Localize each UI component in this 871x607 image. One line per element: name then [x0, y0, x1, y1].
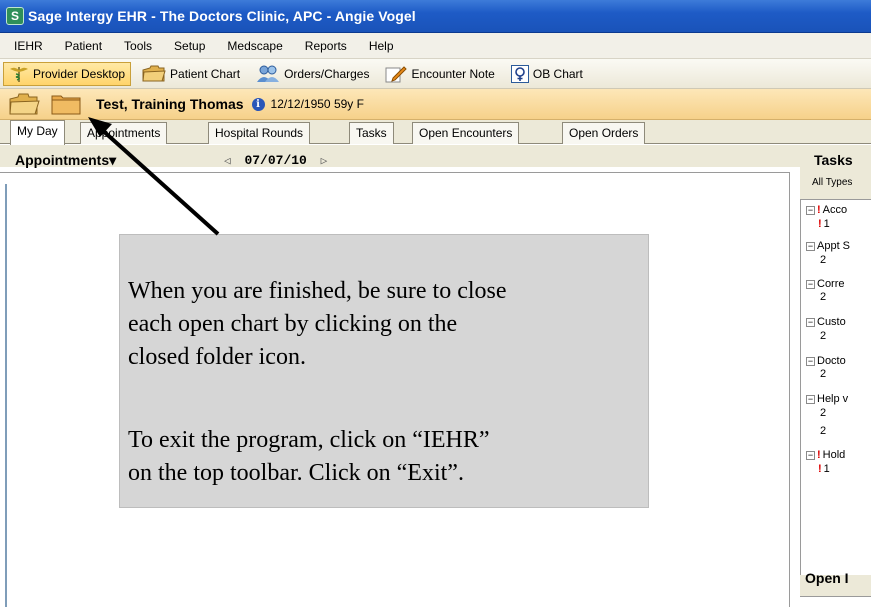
callout-line: each open chart by clicking on the	[128, 311, 458, 337]
callout-line: on the top toolbar. Click on “Exit”.	[128, 460, 464, 486]
task-group[interactable]: − Help v	[806, 393, 848, 405]
task-group-label: Docto	[817, 355, 846, 367]
date-navigator: ◁ 07/07/10 ▷	[224, 153, 327, 168]
task-group-label: Help v	[817, 393, 849, 405]
collapse-icon[interactable]: −	[806, 356, 815, 366]
task-group[interactable]: − Corre	[806, 278, 845, 290]
ob-chart-label: OB Chart	[532, 66, 583, 81]
collapse-icon[interactable]: −	[806, 317, 815, 327]
tab-my-day[interactable]: My Day	[10, 120, 65, 145]
main-toolbar: Provider Desktop Patient Chart Orders/Ch…	[0, 59, 871, 89]
task-group[interactable]: − Docto	[806, 355, 846, 367]
urgent-icon: !	[817, 449, 821, 461]
patient-dob-age: 12/12/1950 59y F	[270, 97, 364, 111]
tasks-panel: Tasks All Types −! Acco ! 1 − Appt S 2 − Cor…	[800, 145, 871, 607]
appointments-title[interactable]: Appointments▾	[15, 152, 116, 169]
task-count: 2	[820, 254, 827, 266]
patient-chart-label: Patient Chart	[170, 66, 241, 81]
menu-bar: IEHR Patient Tools Setup Medscape Report…	[0, 33, 871, 59]
provider-desktop-button[interactable]: Provider Desktop	[3, 61, 132, 86]
task-group-label: Acco	[822, 204, 848, 216]
menu-patient[interactable]: Patient	[65, 39, 102, 53]
task-count: ! 1	[818, 218, 830, 230]
patient-bar: Test, Training Thomas i 12/12/1950 59y F	[0, 89, 871, 120]
task-group-label: Hold	[822, 449, 846, 461]
list-left-border	[5, 184, 7, 607]
menu-reports[interactable]: Reports	[305, 39, 347, 53]
encounter-note-button[interactable]: Encounter Note	[380, 62, 499, 86]
task-group[interactable]: −! Hold	[806, 449, 845, 461]
task-group-label: Corre	[817, 278, 845, 290]
tab-hospital-rounds[interactable]: Hospital Rounds	[208, 122, 311, 144]
info-icon[interactable]: i	[251, 97, 265, 111]
patient-chart-button[interactable]: Patient Chart	[137, 62, 245, 86]
open-section-list[interactable]	[800, 596, 871, 607]
callout-line: closed folder icon.	[128, 344, 306, 370]
appointments-date: 07/07/10	[244, 153, 307, 168]
task-group-label: Appt S	[817, 240, 851, 252]
task-count: 2	[820, 330, 827, 342]
open-folder-icon[interactable]	[8, 93, 40, 115]
tab-bar: My Day Appointments Hospital Rounds Task…	[0, 120, 871, 145]
folder-icon	[142, 65, 166, 81]
task-group[interactable]: − Appt S	[806, 240, 850, 252]
collapse-icon[interactable]: −	[806, 394, 815, 404]
pencil-note-icon	[385, 65, 408, 82]
orders-charges-button[interactable]: Orders/Charges	[251, 62, 374, 86]
previous-date-icon[interactable]: ◁	[224, 156, 231, 168]
next-date-icon[interactable]: ▷	[321, 156, 328, 168]
encounter-note-label: Encounter Note	[411, 66, 495, 81]
menu-help[interactable]: Help	[369, 39, 394, 53]
closed-folder-icon[interactable]	[50, 93, 82, 115]
urgent-icon: !	[818, 218, 822, 230]
tasks-title: Tasks	[814, 152, 853, 168]
urgent-icon: !	[818, 463, 822, 475]
instruction-callout: When you are finished, be sure to close …	[119, 234, 649, 508]
menu-medscape[interactable]: Medscape	[227, 39, 282, 53]
task-group[interactable]: −! Acco	[806, 204, 847, 216]
callout-line: When you are finished, be sure to close	[128, 278, 507, 304]
provider-desktop-label: Provider Desktop	[33, 66, 126, 81]
appointments-header: Appointments▾ ◁ 07/07/10 ▷	[0, 145, 800, 169]
female-symbol-icon	[510, 64, 529, 83]
tab-appointments[interactable]: Appointments	[80, 122, 168, 144]
task-count: ! 1	[818, 463, 830, 475]
patient-name: Test, Training Thomas	[96, 96, 244, 112]
sage-logo-icon: S	[6, 7, 24, 25]
menu-iehr[interactable]: IEHR	[14, 39, 43, 53]
task-count: 2	[820, 368, 827, 380]
tab-open-encounters[interactable]: Open Encounters	[412, 122, 520, 144]
collapse-icon[interactable]: −	[806, 205, 815, 215]
menu-setup[interactable]: Setup	[174, 39, 205, 53]
ob-chart-button[interactable]: OB Chart	[506, 62, 588, 86]
caduceus-icon	[10, 66, 28, 82]
window-title: Sage Intergy EHR - The Doctors Clinic, A…	[28, 8, 416, 24]
menu-tools[interactable]: Tools	[124, 39, 152, 53]
callout-line: To exit the program, click on “IEHR”	[128, 427, 490, 453]
task-count: 2	[820, 407, 827, 419]
people-icon	[257, 65, 280, 82]
tasks-list[interactable]: −! Acco ! 1 − Appt S 2 − Corre 2 − Custo 2 − D…	[800, 199, 871, 575]
tasks-filter[interactable]: All Types	[812, 177, 852, 188]
tab-open-orders[interactable]: Open Orders	[562, 122, 646, 144]
open-section-title: Open I	[805, 570, 849, 586]
tab-tasks[interactable]: Tasks	[349, 122, 394, 144]
task-group-label: Custo	[817, 316, 846, 328]
chevron-down-icon: ▾	[109, 152, 117, 168]
collapse-icon[interactable]: −	[806, 241, 815, 251]
task-group[interactable]: − Custo	[806, 316, 846, 328]
collapse-icon[interactable]: −	[806, 450, 815, 460]
collapse-icon[interactable]: −	[806, 279, 815, 289]
task-count: 2	[820, 291, 827, 303]
task-count: 2	[820, 425, 827, 437]
window-titlebar: S Sage Intergy EHR - The Doctors Clinic,…	[0, 0, 871, 33]
orders-charges-label: Orders/Charges	[284, 66, 370, 81]
urgent-icon: !	[817, 204, 821, 216]
